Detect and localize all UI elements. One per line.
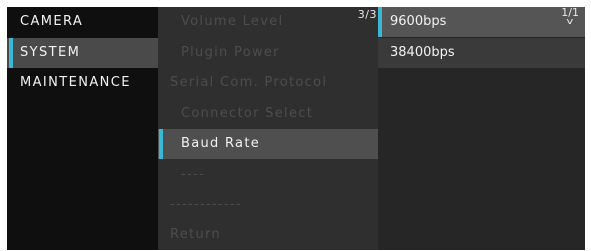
category-system[interactable]: SYSTEM: [7, 38, 158, 68]
option-38400bps[interactable]: 38400bps: [378, 38, 585, 68]
submenu: 3/3 Volume Level Plugin Power Serial Com…: [158, 7, 378, 250]
category-camera[interactable]: CAMERA: [7, 7, 158, 37]
category-label: MAINTENANCE: [20, 75, 131, 90]
camera-menu-screen: CAMERA SYSTEM MAINTENANCE 3/3 Volume Lev…: [7, 7, 585, 250]
submenu-item-label: ------------: [170, 197, 242, 212]
category-label: CAMERA: [20, 14, 84, 29]
submenu-item-plugin-power[interactable]: Plugin Power: [158, 38, 378, 68]
option-9600bps[interactable]: 9600bps: [378, 7, 585, 37]
option-label: 9600bps: [390, 14, 447, 29]
category-label: SYSTEM: [20, 45, 81, 60]
options-page-indicator: 1/1 v: [561, 7, 579, 27]
submenu-item-label: ----: [181, 167, 205, 182]
category-menu: CAMERA SYSTEM MAINTENANCE: [7, 7, 158, 250]
options-menu: 9600bps 38400bps 1/1 v: [378, 7, 585, 250]
submenu-item-label: Connector Select: [181, 106, 314, 121]
submenu-item-label: Plugin Power: [181, 45, 280, 60]
submenu-item-connector-select[interactable]: Connector Select: [158, 99, 378, 129]
option-label: 38400bps: [390, 45, 455, 60]
submenu-item-label: Volume Level: [181, 14, 284, 29]
submenu-divider: ------------: [158, 190, 378, 220]
chevron-down-icon: v: [566, 17, 574, 27]
submenu-item-label: Return: [170, 227, 221, 242]
submenu-item-serial-com-protocol[interactable]: Serial Com. Protocol: [158, 68, 378, 98]
submenu-item-placeholder: ----: [158, 160, 378, 190]
submenu-item-volume-level[interactable]: Volume Level: [158, 7, 378, 37]
submenu-item-label: Baud Rate: [181, 136, 261, 151]
submenu-item-label: Serial Com. Protocol: [170, 75, 328, 90]
category-maintenance[interactable]: MAINTENANCE: [7, 68, 158, 98]
submenu-item-baud-rate[interactable]: Baud Rate: [158, 129, 378, 159]
submenu-item-return[interactable]: Return: [158, 220, 378, 250]
